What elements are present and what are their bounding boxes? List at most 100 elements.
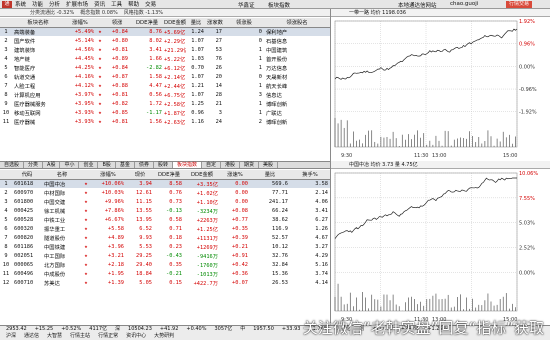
account-name[interactable]: chao.guoji bbox=[450, 1, 478, 7]
table-row[interactable]: 8 计算机应用 +3.97% ★ +0.81 0.56 +6.75亿 1.07 28 3 信息达 bbox=[0, 90, 330, 99]
col-header-volume-ratio[interactable]: 量比 bbox=[186, 18, 206, 28]
lead-stock-name[interactable]: 中国建筑 bbox=[264, 45, 330, 54]
star-icon[interactable]: ★ bbox=[82, 278, 90, 287]
col-header-dde[interactable]: DDE净量 bbox=[130, 18, 164, 28]
star-icon[interactable]: ★ bbox=[96, 72, 104, 81]
menu-tools[interactable]: 工具 bbox=[111, 0, 122, 8]
col-header-turnover[interactable]: 换手% bbox=[290, 170, 330, 180]
stock-code[interactable]: 600820 bbox=[12, 233, 42, 242]
stock-code[interactable]: 600320 bbox=[12, 224, 42, 233]
col-header-chg[interactable]: 涨幅% bbox=[90, 170, 126, 180]
status-item[interactable]: 通达信 bbox=[24, 333, 39, 340]
lead-stock-name[interactable]: 天晟新材 bbox=[264, 72, 330, 81]
col-header-price[interactable]: 现价 bbox=[126, 170, 154, 180]
star-icon[interactable]: ★ bbox=[82, 215, 90, 224]
tab-11[interactable]: 港股 bbox=[221, 162, 241, 168]
menu-function[interactable]: 功能 bbox=[32, 0, 43, 8]
tab-12[interactable]: 期货 bbox=[240, 162, 260, 168]
star-icon[interactable]: ★ bbox=[82, 206, 90, 215]
stock-name[interactable]: 徐工机械 bbox=[42, 206, 82, 215]
table-row[interactable]: 6 600320 振华重工 ★ +5.58 6.52 0.71 +1.25亿 +0.35 116.… bbox=[0, 224, 330, 233]
lead-stock-name[interactable]: 航天长峰 bbox=[264, 81, 330, 90]
stock-name[interactable]: 振华重工 bbox=[42, 224, 82, 233]
lead-stock-name[interactable]: 博晖创新 bbox=[264, 99, 330, 108]
col-header-dde[interactable]: DDE净量 bbox=[154, 170, 184, 180]
lead-stock-name[interactable]: 信息达 bbox=[264, 90, 330, 99]
stock-code[interactable]: 601618 bbox=[12, 179, 42, 188]
table-row[interactable]: 11 600496 中成股份 ★ +1.95 18.84 -0.21 -1013万 +0.36 1… bbox=[0, 269, 330, 278]
tab-3[interactable]: 中小 bbox=[60, 162, 80, 168]
table-row[interactable]: 10 000065 北方国际 ★ +2.18 29.40 0.35 -1760万 +0.42 32… bbox=[0, 260, 330, 269]
table-row[interactable]: 4 000425 徐工机械 ★ +7.86% 13.55 -0.13 -3234万 +0.08 6… bbox=[0, 206, 330, 215]
star-icon[interactable]: ★ bbox=[82, 188, 90, 197]
stock-name[interactable]: 中国中冶 bbox=[42, 179, 82, 188]
lead-stock-name[interactable]: 首开股份 bbox=[264, 54, 330, 63]
star-icon[interactable]: ★ bbox=[96, 45, 104, 54]
col-header-volume-ratio[interactable]: 量比 bbox=[250, 170, 290, 180]
col-header-sector-name[interactable]: 板块名称 bbox=[12, 18, 64, 28]
lead-stock-name[interactable]: 广联达 bbox=[264, 108, 330, 117]
status-item[interactable]: 大势研判 bbox=[154, 333, 174, 340]
sector-intraday-chart[interactable]: 板块 一带一路 均价 1198.036 9:3011:3013:0015:001… bbox=[330, 9, 550, 161]
star-icon[interactable]: ★ bbox=[96, 54, 104, 63]
tab-9[interactable]: 板块指数 bbox=[172, 162, 202, 168]
sector-name[interactable]: 国产软件 bbox=[12, 36, 64, 45]
stock-code[interactable]: 601186 bbox=[12, 242, 42, 251]
stock-intraday-chart[interactable]: 个股 中国中冶 均价 3.73 量 4.75亿 9:3011:3013:0015… bbox=[330, 161, 550, 325]
lead-stock-name[interactable]: 保利地产 bbox=[264, 27, 330, 36]
menu-analysis[interactable]: 分析 bbox=[49, 0, 60, 8]
status-item[interactable]: 行情主站 bbox=[70, 333, 90, 340]
sector-name[interactable]: 地产链 bbox=[12, 54, 64, 63]
star-icon[interactable]: ★ bbox=[96, 117, 104, 126]
star-icon[interactable]: ★ bbox=[96, 81, 104, 90]
index-item[interactable]: 分类流通比 -0.32% bbox=[30, 9, 74, 16]
col-header-chg[interactable]: 涨幅% bbox=[64, 18, 96, 28]
stock-name[interactable]: 隧道股份 bbox=[42, 233, 82, 242]
tab-10[interactable]: 自定 bbox=[202, 162, 221, 168]
stock-code[interactable]: 600528 bbox=[12, 215, 42, 224]
col-header-lead-stock[interactable]: 领涨股 bbox=[224, 18, 264, 28]
col-header-speed[interactable]: 涨速% bbox=[220, 170, 250, 180]
star-icon[interactable]: ★ bbox=[82, 242, 90, 251]
stock-name[interactable]: 中材国际 bbox=[42, 188, 82, 197]
index-item[interactable]: 风格指数 -1.13% bbox=[124, 9, 163, 16]
site-link[interactable]: 本地通达信网站 bbox=[398, 1, 437, 9]
table-row[interactable]: 3 建筑装饰 +4.56% ★ +0.81 3.41 +21.29亿 1.07 53 1 中国建筑 bbox=[0, 45, 330, 54]
col-header-up-count[interactable]: 涨家数 bbox=[206, 18, 224, 28]
sector-name[interactable]: 医疗器械 bbox=[12, 117, 64, 126]
table-row[interactable]: 7 人脸工程 +4.12% ★ +0.88 4.47 +2.44亿 1.21 14 1 航天长峰 bbox=[0, 81, 330, 90]
sector-name[interactable]: 建筑装饰 bbox=[12, 45, 64, 54]
status-item[interactable]: 沪深 bbox=[6, 333, 16, 340]
lead-stock-name[interactable]: 万达信息 bbox=[264, 63, 330, 72]
star-icon[interactable]: ★ bbox=[96, 90, 104, 99]
stock-code[interactable]: 601800 bbox=[12, 197, 42, 206]
menu-help[interactable]: 帮助 bbox=[128, 0, 139, 8]
star-icon[interactable]: ★ bbox=[82, 179, 90, 188]
table-row[interactable]: 3 601800 中国交建 ★ +9.96% 11.15 0.73 +1.10亿 0.00 241… bbox=[0, 197, 330, 206]
col-header-dde-amount[interactable]: DDE金额 bbox=[164, 18, 186, 28]
table-row[interactable]: 12 600710 苏美达 ★ +1.39 5.05 0.15 +422.7万 +0.07 26.… bbox=[0, 278, 330, 287]
stock-code[interactable]: 002051 bbox=[12, 251, 42, 260]
table-row[interactable]: 7 600820 隧道股份 ★ +4.89 9.93 0.18 +1131万 +0.39 52.5… bbox=[0, 233, 330, 242]
tab-4[interactable]: 创业 bbox=[79, 162, 99, 168]
star-icon[interactable]: ★ bbox=[96, 27, 104, 36]
stock-name[interactable]: 中国铁建 bbox=[42, 242, 82, 251]
table-row[interactable]: 8 601186 中国铁建 ★ +3.96 5.53 0.23 +1269万 +0.21 10.1… bbox=[0, 242, 330, 251]
lead-stock-name[interactable]: 博晖创新 bbox=[264, 117, 330, 126]
tab-0[interactable]: 自选股 bbox=[0, 162, 25, 168]
col-header-name[interactable]: 名称 bbox=[42, 170, 82, 180]
stock-code[interactable]: 600496 bbox=[12, 269, 42, 278]
stock-name[interactable]: 苏美达 bbox=[42, 278, 82, 287]
tab-2[interactable]: A股 bbox=[43, 162, 61, 168]
sector-name[interactable]: 高端装备 bbox=[12, 27, 64, 36]
stock-code[interactable]: 000065 bbox=[12, 260, 42, 269]
sector-name[interactable]: 医疗器械服务 bbox=[12, 99, 64, 108]
tab-13[interactable]: 美股 bbox=[259, 162, 279, 168]
stock-name[interactable]: 中铁工业 bbox=[42, 215, 82, 224]
table-row[interactable]: 2 国产软件 +5.14% ★ +0.80 8.02 +2.29亿 1.07 27 0 石基信息 bbox=[0, 36, 330, 45]
status-item[interactable]: 大智慧 bbox=[47, 333, 62, 340]
table-row[interactable]: 5 智能医疗 +4.25% ★ +0.84 -2.82 +6.12亿 0.70 26 1 万达信息 bbox=[0, 63, 330, 72]
star-icon[interactable]: ★ bbox=[82, 233, 90, 242]
col-header-dde-amount[interactable]: DDE金额 bbox=[184, 170, 220, 180]
sector-name[interactable]: 轨道交通 bbox=[12, 72, 64, 81]
